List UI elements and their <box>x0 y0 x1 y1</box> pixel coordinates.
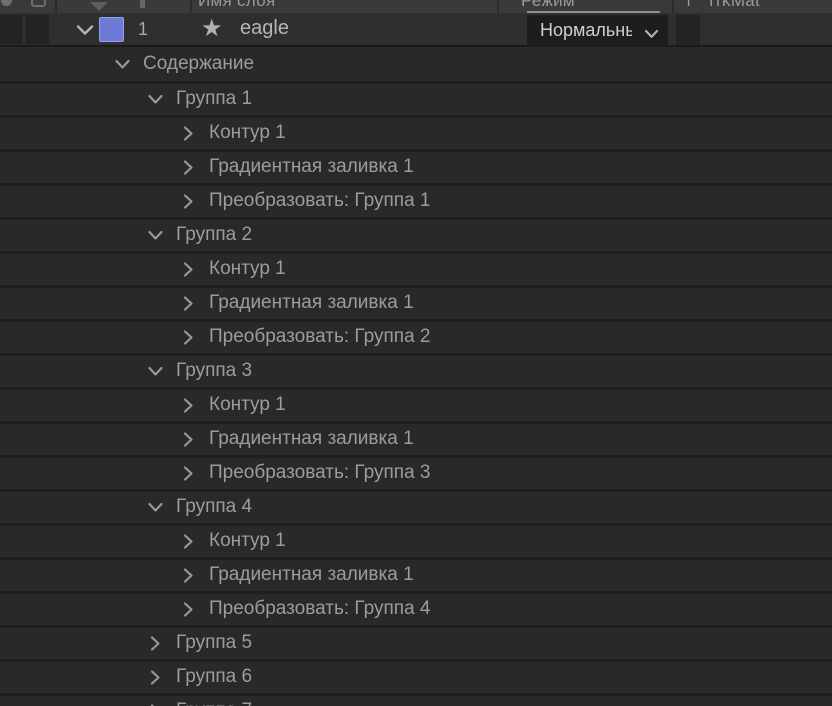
tree-row[interactable]: Группа 1 <box>0 81 832 115</box>
tree-row-label: Преобразовать: Группа 4 <box>209 598 431 619</box>
tree-row-label: Контур 1 <box>209 394 286 415</box>
layer-switch-cell[interactable] <box>0 15 22 44</box>
tree-row[interactable]: Контур 1 <box>0 115 832 149</box>
tree-row[interactable]: Контур 1 <box>0 387 832 421</box>
arrow-down-icon <box>90 2 108 11</box>
tree-row-label: Группа 6 <box>176 666 253 687</box>
tree-row-label: Градиентная заливка 1 <box>209 292 414 313</box>
chevron-down-icon[interactable] <box>114 58 131 71</box>
column-header-layer-name: Имя слоя <box>198 0 276 10</box>
tree-row[interactable]: Группа 5 <box>0 625 832 659</box>
tree-row-label: Группа 2 <box>176 224 253 245</box>
chevron-right-icon[interactable] <box>180 160 197 175</box>
tree-row-label: Группа 1 <box>176 88 253 109</box>
chevron-down-icon[interactable] <box>147 93 164 106</box>
chevron-down-icon[interactable] <box>147 501 164 514</box>
tree-row-label: Градиентная заливка 1 <box>209 156 414 177</box>
blend-mode-value: Нормальный <box>540 20 632 40</box>
tree-row-label: Содержание <box>143 53 255 74</box>
tree-row-label: Градиентная заливка 1 <box>209 428 414 449</box>
tree-row[interactable]: Градиентная заливка 1 <box>0 557 832 591</box>
chevron-right-icon[interactable] <box>147 670 164 685</box>
column-header-t: T <box>684 0 694 10</box>
tree-row[interactable]: Группа 4 <box>0 489 832 523</box>
tree-row-label: Градиентная заливка 1 <box>209 564 414 585</box>
column-divider <box>190 0 192 13</box>
tree-row-label: Группа 7 <box>176 700 252 706</box>
label-column-icon <box>140 0 145 8</box>
column-header-mode: Режим <box>521 0 575 10</box>
column-divider <box>672 0 674 13</box>
chevron-right-icon[interactable] <box>180 534 197 549</box>
tree-row[interactable]: Градиентная заливка 1 <box>0 149 832 183</box>
layer-row-eagle[interactable]: 1 ★ eagle Нормальный <box>0 13 832 47</box>
layer-index: 1 <box>138 19 149 39</box>
chevron-right-icon[interactable] <box>147 636 164 651</box>
chevron-right-icon[interactable] <box>180 194 197 209</box>
ae-timeline-panel: Имя слоя Режим T TrkMat 1 ★ eagle Нормал… <box>0 0 832 706</box>
tree-row[interactable]: Группа 3 <box>0 353 832 387</box>
chevron-right-icon[interactable] <box>180 466 197 481</box>
tree-row-label: Контур 1 <box>209 530 286 551</box>
tree-row-label: Группа 3 <box>176 360 253 381</box>
mode-column-underline <box>527 11 660 13</box>
tree-row-label: Контур 1 <box>209 122 286 143</box>
shape-layer-star-icon: ★ <box>201 15 223 42</box>
tree-row-label: Преобразовать: Группа 2 <box>209 326 431 347</box>
chevron-right-icon[interactable] <box>180 432 197 447</box>
column-divider <box>55 0 57 13</box>
tree-row[interactable]: Группа 2 <box>0 217 832 251</box>
chevron-right-icon[interactable] <box>180 296 197 311</box>
tree-row[interactable]: Преобразовать: Группа 3 <box>0 455 832 489</box>
eye-icon[interactable] <box>1 0 12 6</box>
layer-color-swatch[interactable] <box>99 17 124 42</box>
chevron-right-icon[interactable] <box>180 568 197 583</box>
tree-row[interactable]: Градиентная заливка 1 <box>0 421 832 455</box>
chevron-down-icon[interactable] <box>76 23 94 35</box>
layer-name[interactable]: eagle <box>240 17 289 40</box>
tree-row[interactable]: Преобразовать: Группа 1 <box>0 183 832 217</box>
layer-switch-cell[interactable] <box>26 15 49 44</box>
tree-row[interactable]: Содержание <box>0 49 832 81</box>
chevron-down-icon[interactable] <box>147 365 164 378</box>
tree-row-label: Группа 4 <box>176 496 253 517</box>
column-header-trkmat: TrkMat <box>706 0 761 10</box>
lock-icon[interactable] <box>31 0 46 7</box>
tree-row-label: Преобразовать: Группа 3 <box>209 462 431 483</box>
tree-row-label: Контур 1 <box>209 258 286 279</box>
chevron-down-icon <box>644 26 659 38</box>
tree-row[interactable]: Группа 7 <box>0 693 832 706</box>
tree-row[interactable]: Преобразовать: Группа 4 <box>0 591 832 625</box>
tree-row[interactable]: Группа 6 <box>0 659 832 693</box>
tree-row[interactable]: Преобразовать: Группа 2 <box>0 319 832 353</box>
preserve-transparency-cell[interactable] <box>676 15 700 45</box>
tree-row-label: Группа 5 <box>176 632 253 653</box>
timeline-column-header: Имя слоя Режим T TrkMat <box>0 0 832 13</box>
chevron-down-icon[interactable] <box>147 229 164 242</box>
tree-row-label: Преобразовать: Группа 1 <box>209 190 431 211</box>
chevron-right-icon[interactable] <box>180 602 197 617</box>
column-divider <box>497 0 499 13</box>
shape-contents-tree: Содержание Группа 1 Контур 1 Градиентная… <box>0 49 832 706</box>
tree-row[interactable]: Контур 1 <box>0 251 832 285</box>
tree-row[interactable]: Контур 1 <box>0 523 832 557</box>
tree-row[interactable]: Градиентная заливка 1 <box>0 285 832 319</box>
chevron-right-icon[interactable] <box>180 330 197 345</box>
chevron-right-icon[interactable] <box>180 126 197 141</box>
blend-mode-dropdown[interactable]: Нормальный <box>527 15 668 45</box>
chevron-right-icon[interactable] <box>180 262 197 277</box>
chevron-right-icon[interactable] <box>180 398 197 413</box>
